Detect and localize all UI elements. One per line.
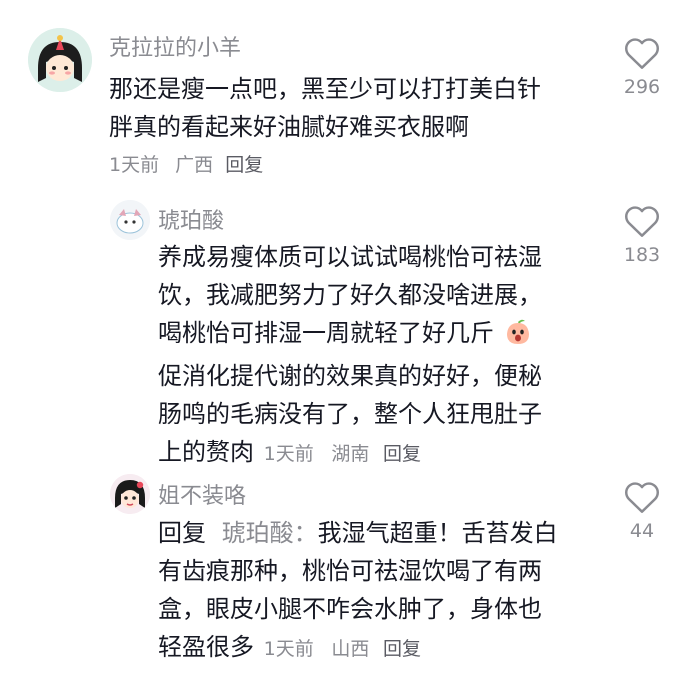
like-button[interactable]: 183 <box>612 204 672 266</box>
avatar-image <box>28 28 92 92</box>
avatar-image <box>110 474 150 514</box>
timestamp: 1天前 <box>263 638 314 660</box>
like-button[interactable]: 296 <box>612 36 672 98</box>
reply-button[interactable]: 回复 <box>383 638 421 660</box>
comment-2: 琥珀酸 养成易瘦体质可以试试喝桃怡可祛湿 饮，我减肥努力了好久都没啥进展， 喝桃… <box>0 190 690 466</box>
avatar[interactable] <box>28 28 92 92</box>
comment-line-text: 我湿气超重！舌苔发白 <box>317 519 558 547</box>
heart-outline-icon <box>625 38 659 69</box>
reply-prefix: 回复 <box>158 519 206 547</box>
comment-text: 养成易瘦体质可以试试喝桃怡可祛湿 饮，我减肥努力了好久都没啥进展， 喝桃怡可排湿… <box>158 238 542 473</box>
comment-3: 姐不装咯 回复 琥珀酸：我湿气超重！舌苔发白 有齿痕那种，桃怡可祛湿饮喝了有两 … <box>0 460 690 686</box>
comment-line: 喝桃怡可排湿一周就轻了好几斤 <box>158 314 542 357</box>
like-count: 296 <box>623 76 661 98</box>
comment-line: 盒，眼皮小腿不咋会水肿了，身体也 <box>158 595 542 623</box>
comment-text: 那还是瘦一点吧，黑至少可以打打美白针 胖真的看起来好油腻好难买衣服啊 <box>109 70 541 146</box>
comment-text: 回复 琥珀酸：我湿气超重！舌苔发白 有齿痕那种，桃怡可祛湿饮喝了有两 盒，眼皮小… <box>158 514 558 668</box>
like-count: 183 <box>623 244 661 266</box>
avatar[interactable] <box>110 474 150 514</box>
reply-button[interactable]: 回复 <box>225 154 263 176</box>
heart-outline-icon <box>625 482 659 513</box>
heart-outline-icon <box>625 206 659 237</box>
comment-line: 胖真的看起来好油腻好难买衣服啊 <box>109 113 469 141</box>
comment-line: 回复 琥珀酸：我湿气超重！舌苔发白 <box>158 514 558 552</box>
peach-face-emoji <box>504 318 532 357</box>
timestamp: 1天前 <box>109 154 160 176</box>
location: 广西 <box>175 154 214 176</box>
comment-meta: 1天前 广西 回复 <box>109 150 263 177</box>
reply-mention[interactable]: 琥珀酸： <box>222 519 318 547</box>
username[interactable]: 琥珀酸 <box>158 203 224 235</box>
comment-line: 促消化提代谢的效果真的好好，便秘 <box>158 362 542 390</box>
comment-line: 养成易瘦体质可以试试喝桃怡可祛湿 <box>158 243 542 271</box>
avatar[interactable] <box>110 200 150 240</box>
username[interactable]: 姐不装咯 <box>158 478 246 510</box>
comment-line: 肠鸣的毛病没有了，整个人狂甩肚子 <box>158 400 542 428</box>
comment-line: 轻盈很多 1天前 山西 回复 <box>158 628 558 668</box>
like-count: 44 <box>629 520 655 542</box>
comment-line-text: 轻盈很多 <box>158 633 254 661</box>
comment-1: 克拉拉的小羊 那还是瘦一点吧，黑至少可以打打美白针 胖真的看起来好油腻好难买衣服… <box>0 0 690 190</box>
comment-line-text: 喝桃怡可排湿一周就轻了好几斤 <box>158 319 494 347</box>
comment-line: 那还是瘦一点吧，黑至少可以打打美白针 <box>109 75 541 103</box>
avatar-image <box>110 200 150 240</box>
comment-line: 有齿痕那种，桃怡可祛湿饮喝了有两 <box>158 557 542 585</box>
comment-line: 饮，我减肥努力了好久都没啥进展， <box>158 281 542 309</box>
location: 山西 <box>331 638 370 660</box>
like-button[interactable]: 44 <box>612 480 672 542</box>
username[interactable]: 克拉拉的小羊 <box>109 30 241 62</box>
